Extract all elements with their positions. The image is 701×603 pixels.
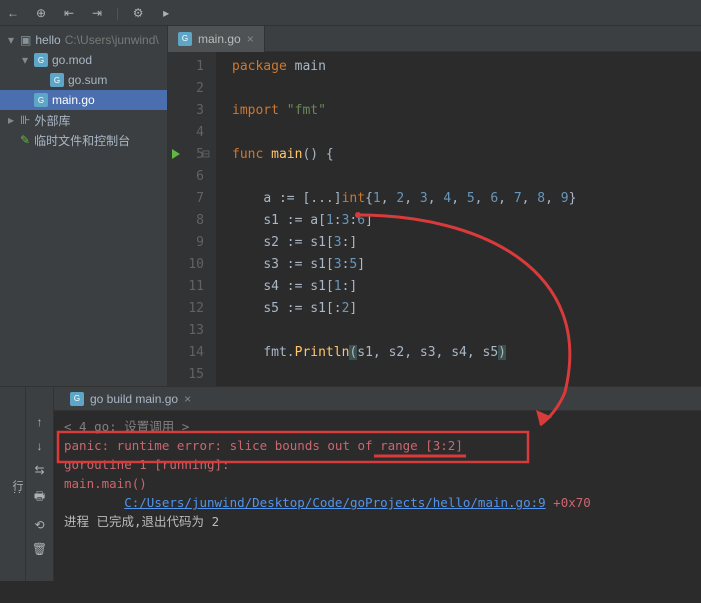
line-number[interactable]: 12 [168,298,204,320]
tree-item[interactable]: ▾ Ggo.mod [0,50,167,70]
line-number[interactable]: 15 [168,364,204,386]
tree-label: go.mod [52,53,92,67]
code-line[interactable]: s5 := s1[:2] [232,298,701,320]
code-line[interactable]: s3 := s1[3:5] [232,254,701,276]
project-sidebar: ▾ ▣ hello C:\Users\junwind\ ▾ Ggo.mod Ggo.sum… [0,26,168,386]
run-panel: 行: ↑ ↓ ⇆ 🖶 ⟲ 🗑 G go build main.go × < 4 … [0,386,701,581]
code-line[interactable] [232,320,701,342]
top-toolbar: ← ⊕ ⇤ ⇥ | ⚙ ▸ [0,0,701,26]
close-icon[interactable]: × [184,392,191,406]
line-number[interactable]: 13 [168,320,204,342]
code-line[interactable] [232,122,701,144]
tree-item[interactable]: Ggo.sum [0,70,167,90]
code-line[interactable]: s1 := a[1:3:6] [232,210,701,232]
run-tabs: G go build main.go × [54,387,701,411]
code-line[interactable]: s2 := s1[3:] [232,232,701,254]
run-toolbar: ↑ ↓ ⇆ 🖶 ⟲ 🗑 [26,387,54,581]
expand-icon[interactable]: ⇥ [88,4,106,22]
go-file-icon: G [178,32,192,46]
line-number[interactable]: 11 [168,276,204,298]
tab-label: main.go [198,32,241,46]
line-number[interactable]: 9 [168,232,204,254]
tree-arrow-icon[interactable]: ▸ [6,113,16,127]
tree-item[interactable]: ▾ ▣ hello C:\Users\junwind\ [0,30,167,50]
code-line[interactable]: fmt.Println(s1, s2, s3, s4, s5) [232,342,701,364]
clear-icon[interactable]: ⟲ [34,518,44,532]
line-number[interactable]: 6 [168,166,204,188]
console-line: 进程 已完成,退出代码为 2 [64,512,691,531]
tree-path: C:\Users\junwind\ [65,33,159,47]
tab-main-go[interactable]: G main.go × [168,26,265,52]
scratch-icon: ✎ [20,133,30,147]
tree-arrow-icon[interactable]: ▾ [6,33,16,47]
up-icon[interactable]: ↑ [37,415,43,429]
run-tab-label: go build main.go [90,392,178,406]
folder-icon: ▣ [20,33,31,47]
run-gutter-icon[interactable] [172,149,180,159]
tree-label: 外部库 [34,112,70,129]
line-number[interactable]: 4 [168,122,204,144]
code-line[interactable] [232,364,701,386]
line-number[interactable]: 7 [168,188,204,210]
tree-label: hello [35,33,60,47]
line-number[interactable]: 3 [168,100,204,122]
go-file-icon: G [50,73,64,87]
tree-label: main.go [52,93,95,107]
code-line[interactable]: import "fmt" [232,100,701,122]
close-icon[interactable]: × [247,32,254,46]
line-number[interactable]: 5⊟ [168,144,204,166]
target-icon[interactable]: ⊕ [32,4,50,22]
line-number[interactable]: 10 [168,254,204,276]
code-editor[interactable]: 12345⊟6789101112131415 package mainimpor… [168,52,701,386]
editor-tabs: G main.go × [168,26,701,52]
library-icon: ⊪ [20,113,30,127]
tree-item[interactable]: ▸ ⊪ 外部库 [0,110,167,130]
go-file-icon: G [34,53,48,67]
go-file-icon: G [34,93,48,107]
tree-arrow-icon[interactable]: ▾ [20,53,30,67]
back-icon[interactable]: ← [4,4,22,22]
run-panel-label[interactable]: 行: [0,387,26,581]
source-link[interactable]: C:/Users/junwind/Desktop/Code/goProjects… [124,495,545,510]
console-line: goroutine 1 [running]: [64,455,691,474]
trash-icon[interactable]: 🗑 [32,542,47,556]
hammer-icon[interactable]: ▸ [157,4,175,22]
gear-icon[interactable]: ⚙ [129,4,147,22]
code-line[interactable] [232,78,701,100]
tree-label: 临时文件和控制台 [34,132,130,149]
console-line: C:/Users/junwind/Desktop/Code/goProjects… [64,493,691,512]
tree-item[interactable]: Gmain.go [0,90,167,110]
line-number[interactable]: 14 [168,342,204,364]
code-line[interactable]: s4 := s1[1:] [232,276,701,298]
print-icon[interactable]: 🖶 [34,487,45,508]
tree-item[interactable]: ✎ 临时文件和控制台 [0,130,167,150]
line-number[interactable]: 2 [168,78,204,100]
line-number[interactable]: 1 [168,56,204,78]
console-output[interactable]: < 4 go: 设置调用 >panic: runtime error: slic… [54,411,701,581]
console-line: panic: runtime error: slice bounds out o… [64,436,691,455]
console-line: main.main() [64,474,691,493]
go-file-icon: G [70,392,84,406]
run-tab-build[interactable]: G go build main.go × [62,387,199,411]
tree-label: go.sum [68,73,107,87]
code-line[interactable]: package main [232,56,701,78]
line-number[interactable]: 8 [168,210,204,232]
down-icon[interactable]: ↓ [37,439,43,453]
code-line[interactable]: func main() { [232,144,701,166]
collapse-icon[interactable]: ⇤ [60,4,78,22]
fold-icon[interactable]: ⊟ [202,144,210,166]
code-line[interactable]: a := [...]int{1, 2, 3, 4, 5, 6, 7, 8, 9} [232,188,701,210]
divider-icon: | [116,6,119,20]
wrap-icon[interactable]: ⇆ [34,463,44,477]
code-line[interactable] [232,166,701,188]
console-line: < 4 go: 设置调用 > [64,417,691,436]
